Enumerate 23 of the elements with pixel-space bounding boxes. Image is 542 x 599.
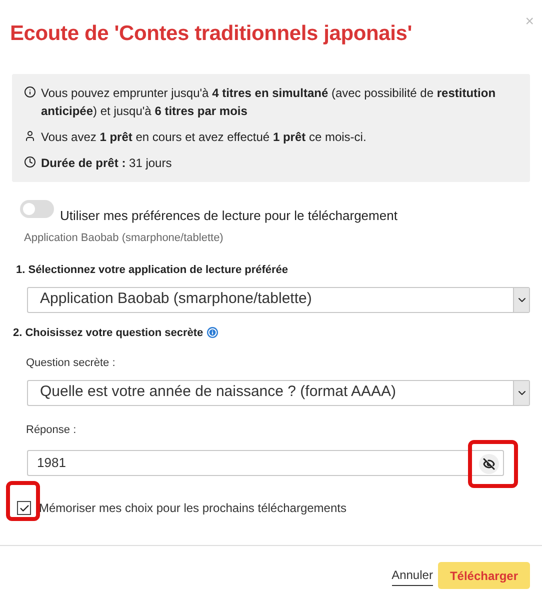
step-heading: 2. Choisissez votre question secrète (13, 326, 204, 340)
info-text: Vous pouvez emprunter jusqu'à 4 titres en simultané (avec possibilité de restitution anticipée) et jusqu'à 6 titres par mois (41, 84, 497, 120)
application-select[interactable]: Application Baobab (smarphone/tablette) (27, 286, 530, 312)
info-icon (207, 327, 218, 338)
remember-checkbox[interactable] (17, 501, 31, 515)
checkbox-label: Mémoriser mes choix pour les prochains téléchargements (39, 500, 346, 517)
field-label: Question secrète : (25, 356, 116, 371)
field-label: Réponse : (25, 422, 78, 438)
info-text: Vous avez 1 prêt en cours et avez effectué 1 prêt ce mois-ci. (41, 128, 366, 146)
dialog-title: Ecoute de 'Contes traditionnels japonais' (10, 21, 412, 47)
check-icon (18, 502, 30, 514)
step-heading: 1. Sélectionnez votre application de lecture préférée (15, 263, 290, 278)
hide-password-icon[interactable] (479, 454, 499, 474)
preferences-toggle[interactable] (20, 200, 54, 218)
question-select[interactable]: Quelle est votre année de naissance ? (format AAAA) (27, 380, 530, 406)
clock-icon (24, 156, 36, 168)
info-text: Durée de prêt : 31 jours (41, 154, 172, 172)
toggle-label: Utiliser mes préférences de lecture pour le téléchargement (60, 207, 398, 225)
info-icon (24, 86, 36, 98)
user-icon (24, 130, 36, 142)
cancel-link[interactable]: Annuler (392, 566, 433, 586)
toggle-hint: Application Baobab (smarphone/tablette) (23, 230, 224, 246)
answer-field[interactable]: 1981 (27, 450, 504, 476)
